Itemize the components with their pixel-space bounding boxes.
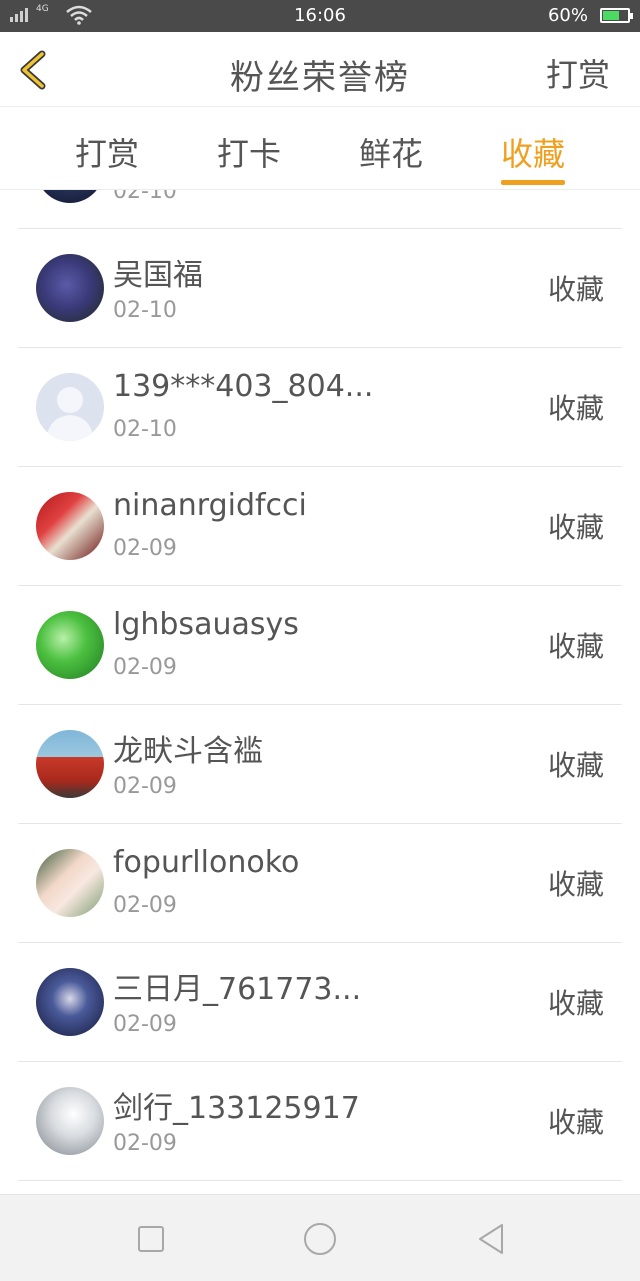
active-tab-indicator [501, 180, 566, 185]
favorite-label: 收藏 [547, 630, 604, 663]
favorite-label: 收藏 [547, 273, 604, 306]
avatar [36, 730, 104, 798]
list-item[interactable]: ninanrgidfcci 02-09 收藏 [18, 466, 622, 586]
user-name: 三日月_761773... [113, 972, 362, 1007]
date: 02-09 [113, 774, 177, 799]
avatar [36, 611, 104, 679]
user-name: lghbsauasys [113, 607, 299, 642]
favorite-label: 收藏 [547, 868, 604, 901]
battery-icon [600, 8, 633, 23]
default-user-icon [46, 387, 94, 441]
user-name: 剑行_133125917 [113, 1091, 360, 1126]
favorite-label: 收藏 [547, 749, 604, 782]
list-item[interactable]: lghbsauasys 02-09 收藏 [18, 585, 622, 705]
favorite-label: 收藏 [547, 987, 604, 1020]
clock: 16:06 [294, 5, 346, 26]
tab-bar: 打赏 打卡 鲜花 收藏 [0, 107, 640, 190]
user-name: ninanrgidfcci [113, 488, 307, 523]
fan-list[interactable]: 02-10 吴国福 02-10 收藏 139***403_804... 02-1… [18, 190, 622, 1194]
date: 02-10 [113, 298, 177, 323]
header: 粉丝荣誉榜 打赏 [0, 32, 640, 107]
reward-button[interactable]: 打赏 [546, 50, 610, 96]
list-item[interactable]: 三日月_761773... 02-09 收藏 [18, 942, 622, 1062]
list-item[interactable]: 139***403_804... 02-10 收藏 [18, 347, 622, 467]
tab-favorites[interactable]: 收藏 [501, 129, 566, 185]
favorite-label: 收藏 [547, 511, 604, 544]
list-item[interactable]: 剑行_133125917 02-09 收藏 [18, 1061, 622, 1181]
date: 02-09 [113, 1131, 177, 1156]
tab-checkin[interactable]: 打卡 [217, 129, 281, 175]
date: 02-09 [113, 1012, 177, 1037]
list-item[interactable]: 吴国福 02-10 收藏 [18, 228, 622, 348]
back-nav-icon[interactable] [472, 1219, 512, 1259]
favorite-label: 收藏 [547, 1106, 604, 1139]
date: 02-09 [113, 655, 177, 680]
home-icon[interactable] [300, 1219, 340, 1259]
avatar [36, 190, 104, 203]
avatar [36, 1087, 104, 1155]
recent-apps-icon[interactable] [131, 1219, 171, 1259]
tab-flowers[interactable]: 鲜花 [359, 129, 423, 175]
date: 02-10 [113, 417, 177, 442]
favorite-label: 收藏 [547, 392, 604, 425]
avatar [36, 254, 104, 322]
battery-fill [603, 11, 619, 20]
user-name: 吴国福 [113, 258, 203, 293]
date: 02-09 [113, 893, 177, 918]
date: 02-09 [113, 536, 177, 561]
system-nav-bar [0, 1194, 640, 1281]
user-name: 139***403_804... [113, 369, 374, 404]
list-item[interactable]: fopurllonoko 02-09 收藏 [18, 823, 622, 943]
avatar [36, 968, 104, 1036]
user-name: fopurllonoko [113, 845, 300, 880]
user-name: 龙畎斗含褴 [113, 734, 263, 769]
avatar [36, 373, 104, 441]
avatar [36, 849, 104, 917]
avatar [36, 492, 104, 560]
list-item[interactable]: 02-10 [18, 190, 622, 229]
tab-reward[interactable]: 打赏 [75, 129, 139, 175]
battery-percent: 60% [547, 5, 588, 26]
list-item[interactable]: 龙畎斗含褴 02-09 收藏 [18, 704, 622, 824]
status-bar: 4G 16:06 60% [0, 0, 640, 32]
page-title: 粉丝荣誉榜 [230, 58, 410, 98]
